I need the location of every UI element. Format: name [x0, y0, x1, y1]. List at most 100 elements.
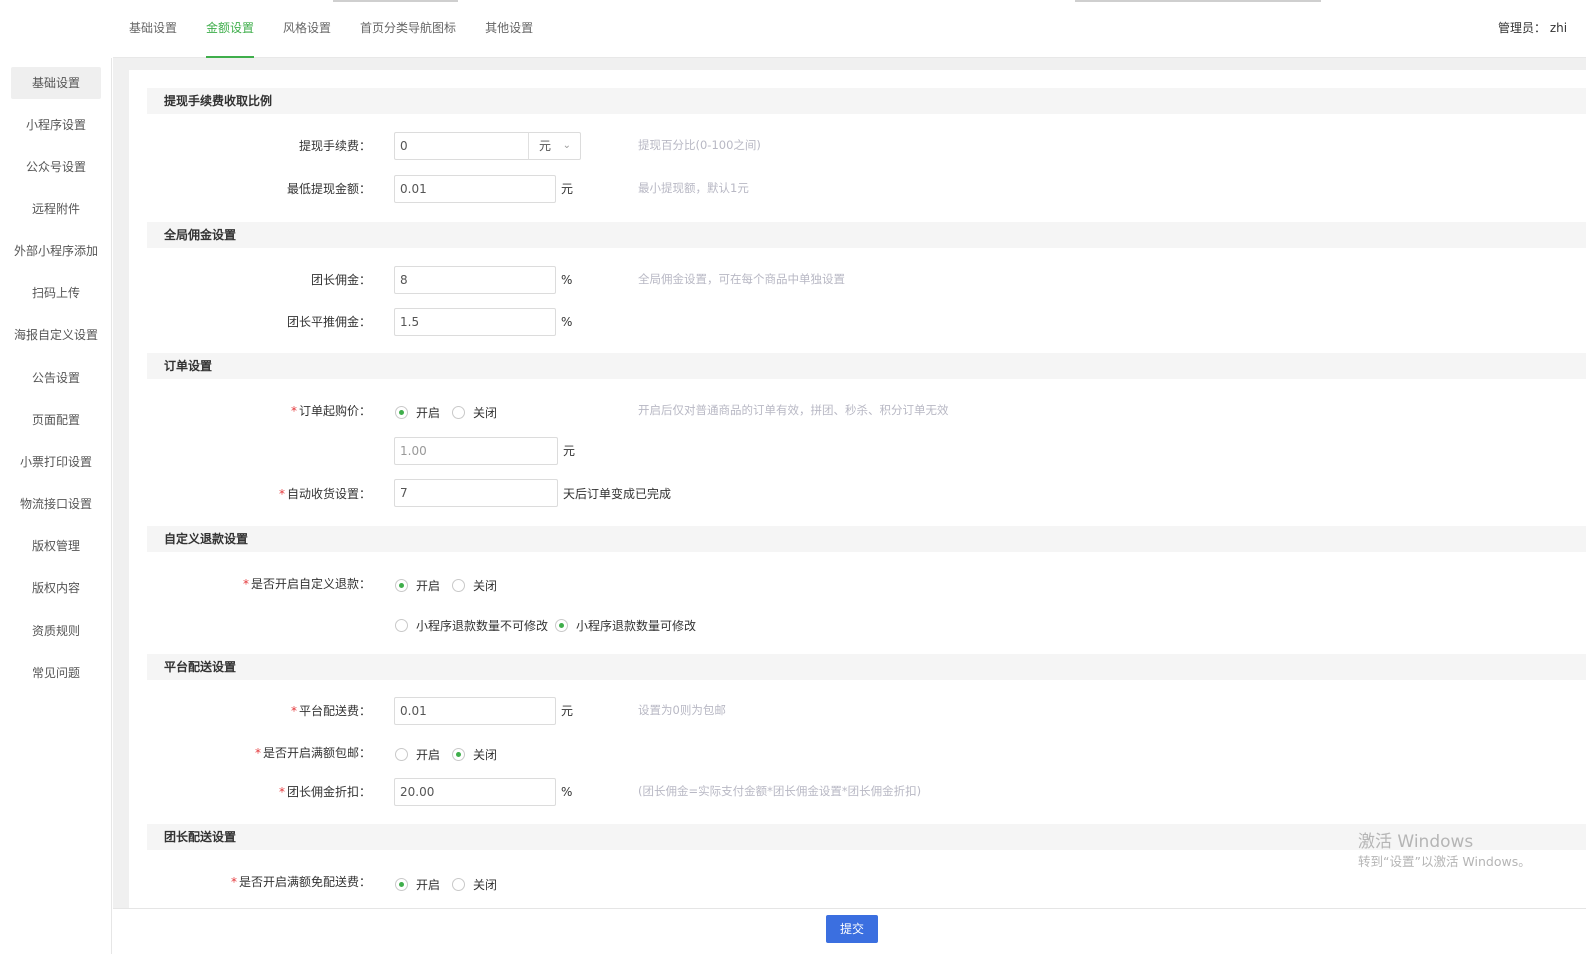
withdraw-fee-unit-select[interactable]: 元 ⌄	[528, 132, 581, 160]
sidebar-item-scan-upload[interactable]: 扫码上传	[11, 277, 101, 309]
sidebar-item-basic-settings[interactable]: 基础设置	[11, 67, 101, 99]
label-text: 自动收货设置：	[286, 487, 371, 501]
required-mark: *	[254, 746, 261, 760]
settings-tabs: 基础设置 金额设置 风格设置 首页分类导航图标 其他设置	[129, 0, 562, 58]
required-mark: *	[278, 785, 285, 799]
sidebar-item-official-account-settings[interactable]: 公众号设置	[11, 151, 101, 183]
label-text: 团长佣金折扣：	[286, 785, 371, 799]
commission-discount-unit: %	[561, 785, 573, 799]
label-text: 是否开启满额免配送费：	[238, 875, 371, 889]
commission-discount-input[interactable]: 20.00	[394, 778, 556, 806]
tab-other-settings[interactable]: 其他设置	[485, 0, 533, 58]
submit-button[interactable]: 提交	[826, 915, 878, 943]
windows-activation-watermark: 激活 Windows 转到“设置”以激活 Windows。	[1358, 831, 1531, 871]
required-mark: *	[278, 487, 285, 501]
tab-style-settings[interactable]: 风格设置	[283, 0, 331, 58]
radio-unchecked-icon	[452, 878, 465, 891]
refund-qty-fixed-radio[interactable]: 小程序退款数量不可修改	[395, 617, 548, 634]
select-value: 元	[539, 139, 552, 153]
section-title: 自定义退款设置	[164, 532, 249, 546]
chevron-down-icon: ⌄	[562, 140, 571, 151]
sidebar-item-faq[interactable]: 常见问题	[11, 657, 101, 689]
sidebar-item-logistics-api[interactable]: 物流接口设置	[11, 488, 101, 520]
section-title: 平台配送设置	[164, 660, 237, 674]
sidebar-item-page-config[interactable]: 页面配置	[11, 404, 101, 436]
order-min-price-on-radio[interactable]: 开启	[395, 404, 440, 421]
required-mark: *	[290, 404, 297, 418]
radio-label: 小程序退款数量不可修改	[416, 619, 549, 633]
radio-label: 关闭	[473, 406, 498, 420]
leader-level-commission-input[interactable]: 1.5	[394, 308, 556, 336]
leader-free-delivery-on-radio[interactable]: 开启	[395, 876, 440, 893]
sidebar: 基础设置 小程序设置 公众号设置 远程附件 外部小程序添加 扫码上传 海报自定义…	[0, 58, 112, 954]
section-title: 全局佣金设置	[164, 228, 237, 242]
sidebar-item-external-miniprogram[interactable]: 外部小程序添加	[11, 235, 101, 267]
sidebar-item-miniprogram-settings[interactable]: 小程序设置	[11, 109, 101, 141]
radio-checked-icon	[395, 579, 408, 592]
leader-commission-unit: %	[561, 273, 573, 287]
auto-receive-label: * 自动收货设置：	[141, 486, 371, 502]
sidebar-item-copyright-content[interactable]: 版权内容	[11, 572, 101, 604]
radio-checked-icon	[395, 878, 408, 891]
leader-free-delivery-off-radio[interactable]: 关闭	[452, 876, 497, 893]
auto-receive-days-input[interactable]: 7	[394, 479, 558, 507]
withdraw-fee-input[interactable]: 0	[394, 132, 529, 160]
delivery-fee-unit: 元	[561, 704, 574, 718]
radio-label: 关闭	[473, 579, 498, 593]
free-shipping-off-radio[interactable]: 关闭	[452, 746, 497, 763]
label-text: 平台配送费：	[298, 704, 371, 718]
sidebar-item-announcement-settings[interactable]: 公告设置	[11, 362, 101, 394]
radio-checked-icon	[555, 619, 568, 632]
sidebar-item-poster-settings[interactable]: 海报自定义设置	[11, 319, 101, 351]
sidebar-item-copyright-management[interactable]: 版权管理	[11, 530, 101, 562]
order-min-price-label: * 订单起购价：	[141, 403, 371, 419]
section-header-withdraw: 提现手续费收取比例	[147, 88, 1586, 114]
top-nav-bar: 基础设置 金额设置 风格设置 首页分类导航图标 其他设置 管理员： zhi	[113, 0, 1586, 58]
sidebar-item-qualification-rules[interactable]: 资质规则	[11, 615, 101, 647]
delivery-fee-hint: 设置为0则为包邮	[638, 703, 726, 717]
section-header-refund: 自定义退款设置	[147, 526, 1586, 552]
free-shipping-on-radio[interactable]: 开启	[395, 746, 440, 763]
section-header-delivery: 平台配送设置	[147, 654, 1586, 680]
section-title: 提现手续费收取比例	[164, 94, 273, 108]
radio-checked-icon	[452, 748, 465, 761]
radio-label: 小程序退款数量可修改	[576, 619, 697, 633]
leader-free-delivery-label: * 是否开启满额免配送费：	[141, 874, 371, 890]
order-min-price-unit: 元	[563, 444, 576, 458]
label-text: 是否开启自定义退款：	[250, 577, 371, 591]
commission-discount-label: * 团长佣金折扣：	[141, 784, 371, 800]
label-text: 订单起购价：	[298, 404, 371, 418]
refund-qty-editable-radio[interactable]: 小程序退款数量可修改	[555, 617, 696, 634]
label-text: 是否开启满额包邮：	[262, 746, 371, 760]
tab-basic-settings[interactable]: 基础设置	[129, 0, 177, 58]
radio-unchecked-icon	[452, 406, 465, 419]
auto-receive-unit: 天后订单变成已完成	[563, 487, 672, 501]
order-min-price-hint: 开启后仅对普通商品的订单有效，拼团、秒杀、积分订单无效	[638, 403, 949, 417]
tab-home-category-icons[interactable]: 首页分类导航图标	[360, 0, 456, 58]
delivery-fee-input[interactable]: 0.01	[394, 697, 556, 725]
custom-refund-off-radio[interactable]: 关闭	[452, 577, 497, 594]
leader-commission-input[interactable]: 8	[394, 266, 556, 294]
radio-label: 关闭	[473, 748, 498, 762]
withdraw-min-input[interactable]: 0.01	[394, 175, 556, 203]
commission-discount-hint: (团长佣金=实际支付金额*团长佣金设置*团长佣金折扣)	[638, 784, 922, 798]
radio-label: 开启	[416, 579, 441, 593]
section-header-order: 订单设置	[147, 353, 1586, 379]
sidebar-item-remote-attachment[interactable]: 远程附件	[11, 193, 101, 225]
order-min-price-input[interactable]: 1.00	[394, 437, 558, 465]
top-edge-shadow	[1075, 0, 1321, 2]
admin-user[interactable]: 管理员： zhi	[1498, 0, 1586, 58]
radio-label: 开启	[416, 748, 441, 762]
radio-label: 开启	[416, 406, 441, 420]
custom-refund-on-radio[interactable]: 开启	[395, 577, 440, 594]
watermark-title: 激活 Windows	[1358, 832, 1474, 852]
withdraw-fee-label: 提现手续费：	[298, 139, 371, 153]
leader-commission-label: 团长佣金：	[310, 273, 371, 287]
watermark-subtitle: 转到“设置”以激活 Windows。	[1358, 854, 1531, 869]
order-min-price-off-radio[interactable]: 关闭	[452, 404, 497, 421]
tab-amount-settings[interactable]: 金额设置	[206, 0, 255, 58]
required-mark: *	[290, 704, 297, 718]
leader-commission-hint: 全局佣金设置，可在每个商品中单独设置	[638, 272, 845, 286]
sidebar-item-receipt-print[interactable]: 小票打印设置	[11, 446, 101, 478]
withdraw-min-unit: 元	[561, 182, 574, 196]
